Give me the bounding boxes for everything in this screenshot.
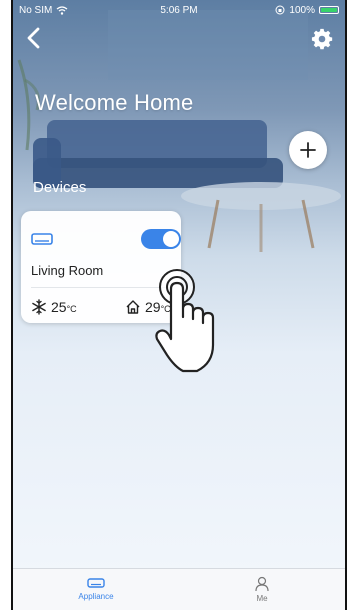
clock-text: 5:06 PM [160,4,198,16]
gear-icon[interactable] [311,28,333,50]
set-temperature-unit: °C [66,304,77,314]
back-chevron-icon[interactable] [23,26,45,50]
battery-level-fill [321,8,337,12]
person-icon [255,576,269,592]
house-icon [126,300,140,314]
home-title: Welcome Home [35,90,194,115]
air-conditioner-icon [31,233,53,245]
tab-me-label: Me [256,594,268,603]
battery-icon [319,6,339,14]
power-toggle[interactable] [141,229,181,249]
tab-appliance[interactable]: Appliance [13,569,179,610]
status-bar: No SIM 5:06 PM 100% [13,0,345,20]
card-divider [31,287,171,288]
add-device-button[interactable] [289,131,327,169]
appliance-icon [87,578,105,588]
set-temperature: 25°C [51,299,77,315]
phone-screen: No SIM 5:06 PM 100% Welcome Home Devices… [11,0,347,610]
tap-hand-pointer-icon [155,269,215,373]
plus-icon [300,142,316,158]
snowflake-icon [32,299,46,315]
device-name: Living Room [31,263,104,278]
toggle-knob [163,231,179,247]
devices-section-label: Devices [33,179,87,196]
tab-appliance-label: Appliance [78,592,114,601]
bottom-tab-bar: Appliance Me [13,568,345,610]
tab-me[interactable]: Me [179,569,345,610]
set-temperature-value: 25 [51,299,67,315]
